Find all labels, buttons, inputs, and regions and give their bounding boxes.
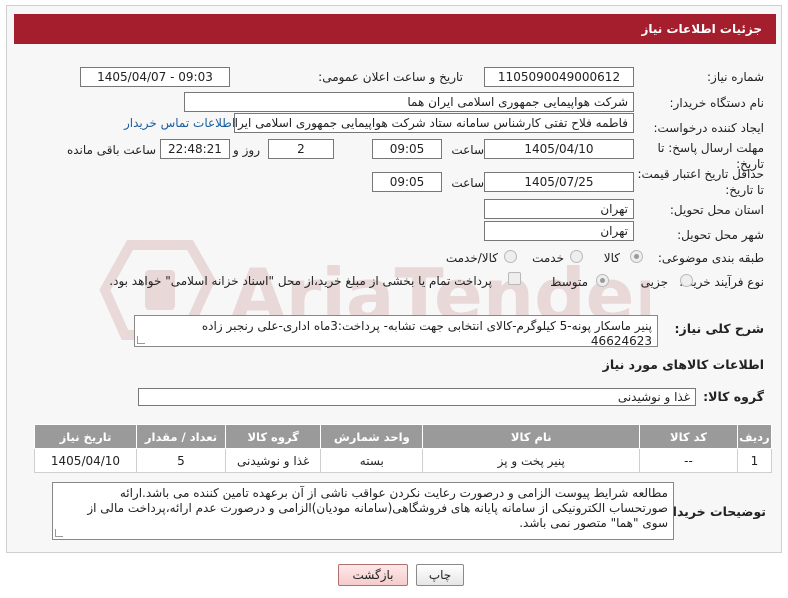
category-radio-goods-service[interactable] xyxy=(504,250,517,263)
print-button[interactable]: چاپ xyxy=(416,564,464,586)
resize-handle-icon[interactable] xyxy=(55,529,63,537)
category-option-goods: کالا xyxy=(603,251,620,265)
col-quantity: تعداد / مقدار xyxy=(136,424,226,449)
description-text: پنیر ماسکار پونه-5 کیلوگرم-کالای انتخابی… xyxy=(201,319,652,348)
reply-date-field[interactable]: 1405/04/10 xyxy=(484,139,634,159)
announce-datetime-field[interactable]: 1405/04/07 - 09:03 xyxy=(80,67,230,87)
cell-code: -- xyxy=(639,448,738,473)
need-number-label: شماره نیاز: xyxy=(707,70,764,84)
process-option-medium: متوسط xyxy=(550,275,588,289)
goods-table-header: ردیف کد کالا نام کالا واحد شمارش گروه کا… xyxy=(34,424,773,449)
col-group: گروه کالا xyxy=(224,424,322,449)
col-row: ردیف xyxy=(736,424,773,449)
price-time-label: ساعت xyxy=(451,176,484,190)
category-option-service: خدمت xyxy=(532,251,564,265)
back-button[interactable]: بازگشت xyxy=(338,564,408,586)
requester-label: ایجاد کننده درخواست: xyxy=(653,121,764,135)
cell-row: 1 xyxy=(736,448,773,473)
treasury-payment-checkbox[interactable] xyxy=(508,272,521,285)
cell-quantity: 5 xyxy=(136,448,226,473)
days-label: روز و xyxy=(233,143,260,157)
col-name: نام کالا xyxy=(422,424,641,449)
announce-label: تاریخ و ساعت اعلان عمومی: xyxy=(318,70,463,84)
category-radio-goods[interactable] xyxy=(630,250,643,263)
reply-time-label: ساعت xyxy=(451,143,484,157)
city-label: شهر محل تحویل: xyxy=(677,228,764,242)
province-field[interactable]: تهران xyxy=(484,199,634,219)
description-label: شرح کلی نیاز: xyxy=(674,321,764,336)
remaining-time-field[interactable]: 22:48:21 xyxy=(160,139,230,159)
buyer-org-label: نام دستگاه خریدار: xyxy=(669,96,765,110)
buyer-org-field[interactable]: شرکت هواپیمایی جمهوری اسلامی ایران هما xyxy=(184,92,634,112)
buyer-notes-textarea[interactable]: مطالعه شرایط پیوست الزامی و درصورت رعایت… xyxy=(52,482,674,540)
price-validity-label: حداقل تاریخ اعتبار قیمت: تا تاریخ: xyxy=(637,167,764,197)
cell-name: پنیر پخت و پز xyxy=(422,448,641,473)
city-field[interactable]: تهران xyxy=(484,221,634,241)
page-title-bar: جزئیات اطلاعات نیاز xyxy=(14,14,776,44)
buyer-notes-label: توضیحات خریدار: xyxy=(660,504,766,519)
goods-table: ردیف کد کالا نام کالا واحد شمارش گروه کا… xyxy=(34,424,773,473)
cell-unit: بسته xyxy=(320,448,424,473)
resize-handle-icon[interactable] xyxy=(137,336,145,344)
process-option-minor: جزیی xyxy=(640,275,668,289)
price-validity-date-field[interactable]: 1405/07/25 xyxy=(484,172,634,192)
process-radio-medium[interactable] xyxy=(596,274,609,287)
need-number-field[interactable]: 1105090049000612 xyxy=(484,67,634,87)
category-option-goods-service: کالا/خدمت xyxy=(445,251,498,265)
requester-field[interactable]: فاطمه فلاح تفتی کارشناس سامانه ستاد شرکت… xyxy=(234,113,634,133)
col-unit: واحد شمارش xyxy=(320,424,424,449)
category-label: طبقه بندی موضوعی: xyxy=(657,251,764,265)
buyer-contact-link[interactable]: اطلاعات تماس خریدار xyxy=(124,116,235,130)
description-textarea[interactable]: پنیر ماسکار پونه-5 کیلوگرم-کالای انتخابی… xyxy=(134,315,658,348)
remaining-time-label: ساعت باقی مانده xyxy=(66,143,156,157)
category-radio-service[interactable] xyxy=(570,250,583,263)
page-title: جزئیات اطلاعات نیاز xyxy=(641,22,762,36)
days-remaining-field[interactable]: 2 xyxy=(268,139,334,159)
table-row: 1 -- پنیر پخت و پز بسته غذا و نوشیدنی 5 … xyxy=(34,448,773,473)
col-code: کد کالا xyxy=(639,424,738,449)
col-need-date: تاریخ نیاز xyxy=(34,424,137,449)
price-validity-time-field[interactable]: 09:05 xyxy=(372,172,442,192)
goods-group-field[interactable]: غذا و نوشیدنی xyxy=(138,388,696,406)
goods-group-label: گروه کالا: xyxy=(703,389,764,404)
reply-time-field[interactable]: 09:05 xyxy=(372,139,442,159)
buyer-notes-text: مطالعه شرایط پیوست الزامی و درصورت رعایت… xyxy=(87,486,668,530)
goods-section-title: اطلاعات کالاهای مورد نیاز xyxy=(602,357,764,372)
process-radio-minor[interactable] xyxy=(680,274,693,287)
province-label: استان محل تحویل: xyxy=(669,203,764,217)
treasury-payment-note: پرداخت تمام یا بخشی از مبلغ خرید،از محل … xyxy=(109,274,492,288)
cell-group: غذا و نوشیدنی xyxy=(224,448,322,473)
cell-need-date: 1405/04/10 xyxy=(34,448,137,473)
